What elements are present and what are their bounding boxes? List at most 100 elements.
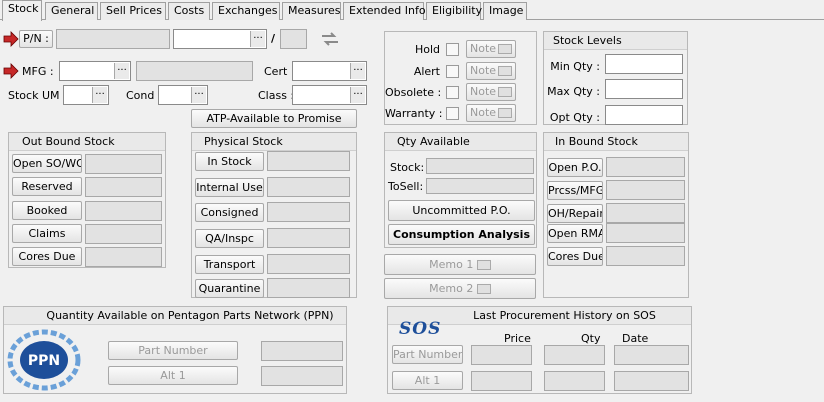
max-qty-input[interactable] [605, 79, 683, 99]
opt-qty-input[interactable] [605, 105, 683, 125]
prcss-mfg-button[interactable]: Prcss/MFG [547, 181, 603, 200]
oh-repair-button[interactable]: OH/Repair [547, 204, 603, 223]
alert-label: Alert [413, 65, 440, 78]
obsolete-checkbox[interactable] [446, 86, 459, 99]
pn-dropdown[interactable]: ... [173, 29, 267, 49]
cert-lookup-button[interactable]: ... [350, 63, 365, 79]
ppn-part-number-value [261, 341, 343, 361]
sos-price-header: Price [504, 332, 531, 345]
mfg-lookup-button[interactable]: ... [114, 63, 129, 79]
alert-checkbox[interactable] [446, 65, 459, 78]
internal-use-button[interactable]: Internal Use [195, 178, 264, 197]
stock-um-dropdown[interactable]: ... [63, 85, 109, 105]
in-stock-value [267, 151, 350, 171]
tosell-qty-value [426, 178, 534, 194]
quarantine-button[interactable]: Quarantine [195, 279, 264, 298]
class-lookup-button[interactable]: ... [350, 87, 365, 103]
claims-button[interactable]: Claims [12, 224, 82, 243]
cores-due-in-button[interactable]: Cores Due [547, 247, 603, 266]
memo2-button[interactable]: Memo 2 [384, 278, 536, 299]
ppn-title: Quantity Available on Pentagon Parts Net… [4, 307, 346, 325]
sos-pn-qty-value [544, 345, 605, 365]
hold-checkbox[interactable] [446, 43, 459, 56]
booked-button[interactable]: Booked [12, 201, 82, 220]
max-qty-label: Max Qty : [547, 85, 600, 98]
tab-exchanges[interactable]: Exchanges [212, 2, 280, 20]
class-dropdown[interactable]: ... [292, 85, 367, 105]
tab-general[interactable]: General [45, 2, 98, 20]
claims-value [85, 224, 162, 244]
cond-dropdown[interactable]: ... [158, 85, 208, 105]
pn-slash: / [271, 32, 276, 45]
sos-part-number-button[interactable]: Part Number [392, 345, 463, 364]
warranty-note-button[interactable]: Note [466, 104, 516, 122]
uncommitted-po-button[interactable]: Uncommitted P.O. [388, 200, 535, 221]
quarantine-value [267, 278, 350, 298]
atp-button[interactable]: ATP-Available to Promise [191, 109, 357, 128]
tab-stock[interactable]: Stock [2, 0, 42, 21]
hold-label: Hold [414, 43, 440, 56]
sos-pn-price-value [471, 345, 532, 365]
outbound-stock-title: Out Bound Stock [9, 133, 165, 151]
open-po-value [606, 157, 685, 177]
qa-inspc-button[interactable]: QA/Inspc [195, 229, 264, 248]
stock-qty-label: Stock: [390, 161, 425, 174]
booked-value [85, 201, 162, 221]
transport-button[interactable]: Transport [195, 255, 264, 274]
open-rma-button[interactable]: Open RMA [547, 224, 603, 243]
consigned-button[interactable]: Consigned [195, 203, 264, 222]
mfg-name-field[interactable] [136, 61, 253, 81]
stock-um-label: Stock UM [8, 89, 60, 102]
sos-group: Last Procurement History on SOS SOS Pric… [387, 306, 692, 394]
hold-note-button[interactable]: Note [466, 40, 516, 58]
flags-group: Hold Note Alert Note Obsolete : Note War… [384, 31, 537, 125]
oh-repair-value [606, 203, 685, 223]
tosell-qty-label: ToSell: [388, 180, 424, 193]
pn-field[interactable] [56, 29, 170, 49]
alert-note-button[interactable]: Note [466, 62, 516, 80]
ppn-part-number-button[interactable]: Part Number [108, 341, 238, 360]
memo1-button[interactable]: Memo 1 [384, 254, 536, 275]
stock-um-lookup-button[interactable]: ... [92, 87, 107, 103]
physical-stock-group: Physical Stock In Stock Internal Use Con… [191, 132, 357, 298]
mfg-dropdown[interactable]: ... [59, 61, 131, 81]
cond-lookup-button[interactable]: ... [191, 87, 206, 103]
pn-link-arrow-icon[interactable] [3, 31, 19, 47]
cert-label: Cert : [264, 65, 295, 78]
obsolete-note-button[interactable]: Note [466, 83, 516, 101]
open-so-wo-button[interactable]: Open SO/WO [12, 154, 82, 173]
cond-label: Cond : [126, 89, 162, 102]
warranty-checkbox[interactable] [446, 107, 459, 120]
cores-due-out-button[interactable]: Cores Due [12, 247, 82, 266]
tab-sell-prices[interactable]: Sell Prices [100, 2, 166, 20]
cores-due-in-value [606, 246, 685, 266]
open-po-button[interactable]: Open P.O. [547, 158, 603, 177]
reserved-value [85, 177, 162, 197]
mfg-link-arrow-icon[interactable] [3, 63, 19, 79]
hold-note-label: Note [470, 42, 497, 55]
sos-qty-header: Qty [581, 332, 601, 345]
cert-dropdown[interactable]: ... [292, 61, 367, 81]
cores-due-out-value [85, 247, 162, 267]
pn-revision-field[interactable] [280, 29, 307, 49]
sos-alt1-date-value [614, 371, 689, 391]
ppn-alt1-value [261, 366, 343, 386]
sos-alt1-button[interactable]: Alt 1 [392, 371, 463, 390]
tab-image[interactable]: Image [483, 2, 527, 20]
min-qty-input[interactable] [605, 54, 683, 74]
consumption-analysis-button[interactable]: Consumption Analysis [388, 224, 535, 245]
reserved-button[interactable]: Reserved [12, 177, 82, 196]
tab-eligibility[interactable]: Eligibility [426, 2, 482, 20]
tab-measures[interactable]: Measures [282, 2, 341, 20]
tab-costs[interactable]: Costs [168, 2, 210, 20]
tab-extended-info[interactable]: Extended Info [343, 2, 426, 20]
opt-qty-label: Opt Qty : [549, 111, 600, 124]
obsolete-note-label: Note [470, 85, 497, 98]
swap-icon[interactable] [319, 29, 341, 49]
pn-button[interactable]: P/N : [19, 30, 53, 48]
ppn-alt1-button[interactable]: Alt 1 [108, 366, 238, 385]
in-stock-button[interactable]: In Stock [195, 152, 264, 171]
memo-icon [476, 284, 491, 294]
open-rma-value [606, 223, 685, 243]
pn-lookup-button[interactable]: ... [250, 31, 265, 47]
